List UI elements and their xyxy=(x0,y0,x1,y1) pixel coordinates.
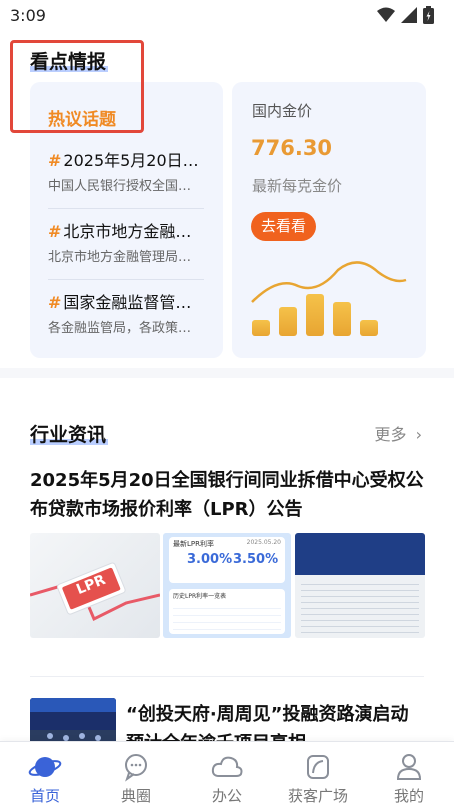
cloud-icon xyxy=(211,756,243,777)
gold-price-subtitle: 最新每克金价 xyxy=(252,177,343,195)
battery-icon xyxy=(423,6,434,24)
tab-label: 办公 xyxy=(211,787,242,805)
gold-trend-line xyxy=(251,261,407,303)
divider xyxy=(48,208,204,209)
more-link[interactable]: 更多 › xyxy=(374,421,422,445)
article-image-lpr-tag[interactable]: LPR xyxy=(30,533,160,638)
chat-bubble-icon xyxy=(125,754,147,782)
system-icons xyxy=(377,6,434,24)
article-title[interactable]: 2025年5月20日全国银行间同业拆借中心受权公布贷款市场报价利率（LPR）公告 xyxy=(30,466,430,524)
gold-bar xyxy=(333,302,351,336)
tab-label: 首页 xyxy=(29,787,60,805)
divider xyxy=(48,279,204,280)
tab-office[interactable]: 办公 xyxy=(182,742,272,808)
leaf-icon xyxy=(307,755,329,779)
tab-home[interactable]: 首页 xyxy=(0,742,90,808)
tab-customer-plaza[interactable]: 获客广场 xyxy=(273,742,363,808)
topic-item[interactable]: # 国家金融监督管… 各金融监管局，各政策… xyxy=(48,289,208,336)
topic-subtitle: 北京市地方金融管理局… xyxy=(48,250,192,265)
topic-title: 国家金融监督管… xyxy=(63,293,192,312)
view-gold-button[interactable]: 去看看 xyxy=(251,212,316,241)
divider xyxy=(30,676,424,677)
lpr-card-head: 最新LPR利率 xyxy=(173,540,214,548)
hash-icon: # xyxy=(48,293,62,312)
bottom-tab-bar: 首页 典圈 办公 获客广场 我的 xyxy=(0,741,454,808)
topic-item[interactable]: # 北京市地方金融… 北京市地方金融管理局… xyxy=(48,218,208,265)
topic-item[interactable]: #2025年5月20日… 中国人民银行授权全国… xyxy=(48,147,208,194)
lpr-rate-1y: 3.00% xyxy=(187,552,233,567)
gold-bar xyxy=(279,307,297,336)
gold-bar xyxy=(306,294,324,336)
tab-label: 典圈 xyxy=(120,787,151,805)
lpr-rate-5y: 3.50% xyxy=(233,552,279,567)
gold-price-label: 国内金价 xyxy=(252,102,313,120)
lpr-card-date: 2025.05.20 xyxy=(246,539,281,546)
tab-circle[interactable]: 典圈 xyxy=(91,742,181,808)
lpr-history-head: 历史LPR利率一览表 xyxy=(173,593,227,600)
planet-icon xyxy=(28,757,62,777)
gold-bar xyxy=(252,320,270,336)
section-title-highlights: 看点情报 xyxy=(30,51,108,73)
topic-subtitle: 中国人民银行授权全国… xyxy=(48,179,192,194)
article-image-pboc-document[interactable] xyxy=(295,533,425,638)
section-title-industry-news: 行业资讯 xyxy=(30,424,108,446)
topic-title: 2025年5月20日… xyxy=(63,151,199,170)
signal-icon xyxy=(401,7,417,23)
tab-label: 获客广场 xyxy=(287,787,348,805)
hash-icon: # xyxy=(48,151,62,170)
topic-title: 北京市地方金融… xyxy=(63,222,192,241)
hash-icon: # xyxy=(48,222,62,241)
status-bar: 3:09 xyxy=(0,0,454,32)
section-separator xyxy=(0,368,454,378)
topic-subtitle: 各金融监管局，各政策… xyxy=(48,321,192,336)
person-icon xyxy=(396,754,422,780)
gold-trend-graphic xyxy=(251,261,407,336)
wifi-icon xyxy=(377,7,395,22)
status-time: 3:09 xyxy=(10,6,46,25)
tab-label: 我的 xyxy=(393,787,424,805)
chevron-right-icon: › xyxy=(415,425,422,444)
more-label: 更多 xyxy=(374,425,407,444)
gold-price-value: 776.30 xyxy=(251,136,333,160)
tab-profile[interactable]: 我的 xyxy=(364,742,454,808)
article-image-lpr-rates[interactable]: 最新LPR利率 2025.05.20 3.00% 3.50% 历史LPR利率一览… xyxy=(163,533,291,638)
gold-bar xyxy=(360,320,378,336)
